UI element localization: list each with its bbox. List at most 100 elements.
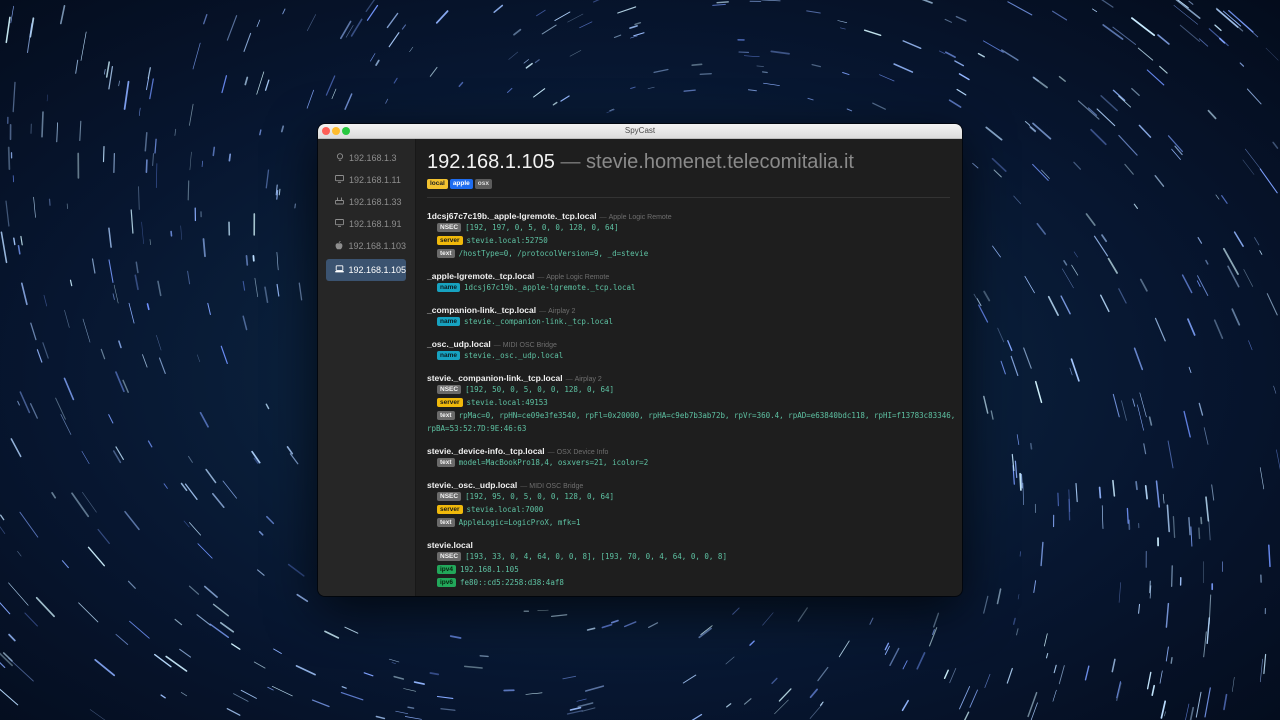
- sidebar-item-192-168-1-91[interactable]: 192.168.1.91: [326, 213, 406, 235]
- service-separator: —: [565, 376, 573, 383]
- record-type-badge: ipv6: [437, 578, 457, 587]
- record-type-badge: NSEC: [437, 552, 462, 561]
- record-type-badge: NSEC: [437, 385, 462, 394]
- record-value: 192.168.1.105: [460, 565, 519, 574]
- record-value: stevie.local:52750: [466, 236, 548, 245]
- tag-local: local: [427, 179, 448, 189]
- service-description: MIDI OSC Bridge: [529, 483, 584, 490]
- page-title: 192.168.1.105 — stevie.homenet.telecomit…: [427, 149, 854, 175]
- sidebar-item-192-168-1-105[interactable]: 192.168.1.105: [326, 259, 406, 281]
- service-entry: _osc._udp.local — MIDI OSC Bridge name ste…: [427, 336, 957, 362]
- record-type-badge: text: [437, 458, 455, 467]
- service-name: stevie.local: [427, 540, 473, 550]
- window-title: SpyCast: [624, 126, 656, 135]
- sidebar-item-192-168-1-3[interactable]: 192.168.1.3: [326, 147, 406, 169]
- record-row: name 1dcsj67c19b._apple-lgremote._tcp.lo…: [427, 281, 957, 294]
- sidebar-item-192-168-1-33[interactable]: 192.168.1.33: [326, 191, 406, 213]
- service-entry: _companion-link._tcp.local — Airplay 2 nam…: [427, 302, 957, 328]
- record-type-badge: text: [437, 518, 455, 527]
- record-type-badge: text: [437, 249, 455, 258]
- record-type-badge: server: [437, 236, 463, 245]
- record-value-continuation: rpBA=53:52:7D:9E:46:63: [427, 424, 527, 433]
- record-value: model=MacBookPro18,4, osxvers=21, icolor…: [458, 458, 649, 467]
- service-description: Apple Logic Remote: [546, 274, 610, 281]
- record-row: server stevie.local:7000: [427, 503, 957, 516]
- record-row: NSEC [193, 33, 0, 4, 64, 0, 0, 8], [193,…: [427, 550, 957, 563]
- service-list: 1dcsj67c7c19b._apple-lgremote._tcp.local…: [427, 208, 957, 596]
- sidebar-item-192-168-1-103[interactable]: 192.168.1.103: [326, 235, 406, 257]
- device-ip: 192.168.1.105: [427, 151, 555, 173]
- record-row: server stevie.local:52750: [427, 234, 957, 247]
- divider: [427, 197, 950, 198]
- router-icon: [333, 197, 346, 207]
- record-value: 1dcsj67c19b._apple-lgremote._tcp.local: [463, 283, 636, 292]
- service-entry: 1dcsj67c7c19b._apple-lgremote._tcp.local…: [427, 208, 957, 260]
- device-sidebar: 192.168.1.3 192.168.1.11 192.168.1.33 19…: [318, 139, 416, 596]
- service-name: stevie._device-info._tcp.local: [427, 446, 545, 456]
- record-type-badge: name: [437, 351, 460, 360]
- record-value: AppleLogic=LogicProX, mfk=1: [458, 518, 581, 527]
- service-entry: stevie._osc._udp.local — MIDI OSC Bridge N…: [427, 477, 957, 529]
- record-value: stevie._osc._udp.local: [463, 351, 564, 360]
- service-name: 1dcsj67c7c19b._apple-lgremote._tcp.local: [427, 211, 597, 221]
- record-value: stevie.local:7000: [466, 505, 544, 514]
- device-detail-pane: 192.168.1.105 — stevie.homenet.telecomit…: [416, 139, 962, 596]
- record-row: ipv6 fe80::cd5:2258:d38:4af8: [427, 576, 957, 589]
- sidebar-item-label: 192.168.1.105: [348, 265, 406, 275]
- apple-icon: [333, 240, 345, 252]
- record-value: [193, 33, 0, 4, 64, 0, 0, 8], [193, 70, …: [465, 552, 727, 561]
- title-separator: —: [560, 151, 581, 173]
- sidebar-item-192-168-1-11[interactable]: 192.168.1.11: [326, 169, 406, 191]
- service-name: stevie._companion-link._tcp.local: [427, 373, 563, 383]
- record-type-badge: NSEC: [437, 223, 462, 232]
- laptop-icon: [333, 265, 345, 275]
- record-type-badge: server: [437, 505, 463, 514]
- service-description: OSX Device Info: [556, 449, 609, 456]
- monitor-icon: [333, 219, 346, 229]
- service-name: _companion-link._tcp.local: [427, 305, 537, 315]
- record-value: fe80::cd5:2258:d38:4af8: [460, 578, 564, 587]
- record-row: server stevie.local:49153: [427, 396, 957, 409]
- service-entry: stevie.local NSEC [193, 33, 0, 4, 64, 0,…: [427, 537, 957, 589]
- service-description: Apple Logic Remote: [608, 214, 672, 221]
- spycast-window: SpyCast 192.168.1.3 192.168.1.11 192.168…: [318, 124, 962, 596]
- service-entry: _apple-lgremote._tcp.local — Apple Logic R…: [427, 268, 957, 294]
- service-entry: stevie._companion-link._tcp.local — Airpla…: [427, 370, 957, 435]
- record-row: NSEC [192, 197, 0, 5, 0, 0, 128, 0, 64]: [427, 221, 957, 234]
- service-description: MIDI OSC Bridge: [502, 342, 557, 349]
- title-bar[interactable]: SpyCast: [318, 124, 962, 139]
- record-row: name stevie._osc._udp.local: [427, 349, 957, 362]
- record-value: stevie._companion-link._tcp.local: [463, 317, 613, 326]
- service-name: _osc._udp.local: [427, 339, 491, 349]
- record-row: NSEC [192, 95, 0, 5, 0, 0, 128, 0, 64]: [427, 490, 957, 503]
- record-row: text AppleLogic=LogicProX, mfk=1: [427, 516, 957, 529]
- service-separator: —: [539, 308, 547, 315]
- service-separator: —: [547, 449, 555, 456]
- record-type-badge: ipv4: [437, 565, 457, 574]
- service-name: stevie._osc._udp.local: [427, 480, 518, 490]
- record-value: stevie.local:49153: [466, 398, 548, 407]
- sidebar-item-label: 192.168.1.33: [349, 197, 402, 207]
- tag-osx: osx: [474, 179, 492, 189]
- record-value: [192, 95, 0, 5, 0, 0, 128, 0, 64]: [465, 492, 615, 501]
- record-type-badge: name: [437, 317, 460, 326]
- sidebar-item-label: 192.168.1.3: [349, 153, 397, 163]
- record-type-badge: NSEC: [437, 492, 462, 501]
- record-value: /hostType=0, /protocolVersion=9, _d=stev…: [458, 249, 649, 258]
- service-separator: —: [520, 483, 528, 490]
- record-row: ipv4 192.168.1.105: [427, 563, 957, 576]
- device-tags: local apple osx: [427, 179, 492, 189]
- record-type-badge: text: [437, 411, 455, 420]
- record-type-badge: name: [437, 283, 460, 292]
- device-hostname: stevie.homenet.telecomitalia.it: [586, 151, 854, 173]
- service-separator: —: [493, 342, 501, 349]
- service-separator: —: [599, 214, 607, 221]
- record-row: text rpMac=0, rpHN=ce09e3fe3540, rpFl=0x…: [427, 409, 957, 435]
- tag-apple: apple: [449, 179, 473, 189]
- monitor-icon: [333, 175, 346, 185]
- service-description: Airplay 2: [574, 376, 602, 383]
- record-row: NSEC [192, 50, 0, 5, 0, 0, 128, 0, 64]: [427, 383, 957, 396]
- sidebar-item-label: 192.168.1.103: [348, 241, 406, 251]
- service-description: Airplay 2: [548, 308, 576, 315]
- sidebar-item-label: 192.168.1.91: [349, 219, 402, 229]
